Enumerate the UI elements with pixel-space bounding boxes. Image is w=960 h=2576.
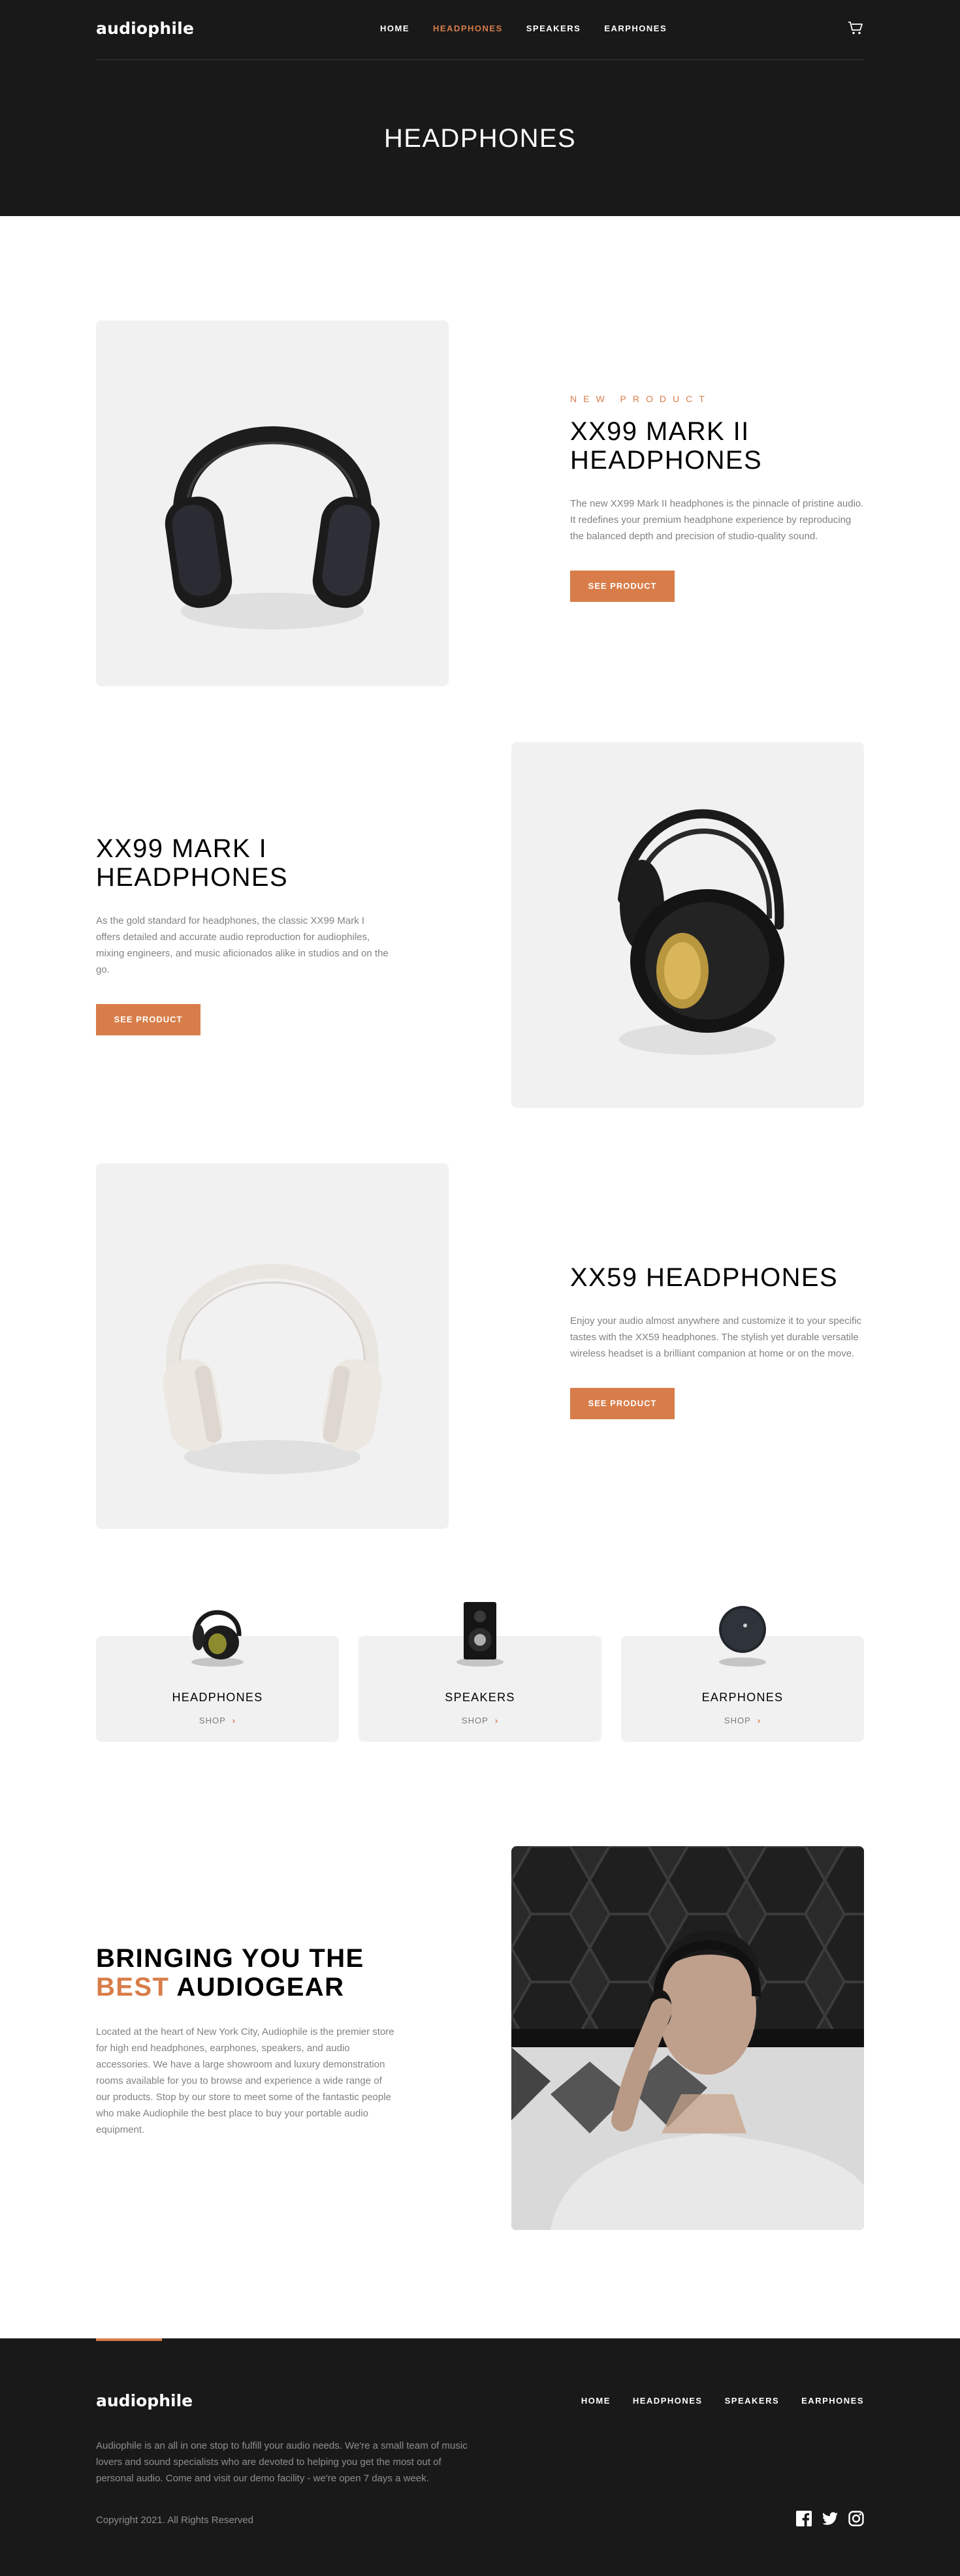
main-nav: HOME HEADPHONES SPEAKERS EARPHONES bbox=[380, 24, 667, 33]
speaker-thumbnail bbox=[456, 1602, 504, 1667]
shop-link[interactable]: SHOP › bbox=[621, 1716, 864, 1725]
social-links bbox=[796, 2511, 864, 2526]
about-title-accent: BEST bbox=[96, 1973, 170, 2002]
see-product-button[interactable]: SEE PRODUCT bbox=[570, 571, 675, 602]
footer-nav-home[interactable]: HOME bbox=[581, 2396, 611, 2406]
footer-nav: HOME HEADPHONES SPEAKERS EARPHONES bbox=[581, 2396, 864, 2406]
product-info-xx59: XX59 HEADPHONES Enjoy your audio almost … bbox=[570, 1263, 864, 1419]
product-image-xx99-mark-i bbox=[511, 742, 864, 1108]
page-title: HEADPHONES bbox=[383, 124, 577, 153]
about-title-suffix: AUDIOGEAR bbox=[176, 1973, 345, 2002]
facebook-icon[interactable] bbox=[796, 2511, 812, 2526]
nav-earphones[interactable]: EARPHONES bbox=[604, 24, 667, 33]
category-name: EARPHONES bbox=[701, 1691, 784, 1704]
logo[interactable]: audiophile bbox=[96, 19, 194, 38]
shop-link[interactable]: SHOP › bbox=[359, 1716, 601, 1725]
footer-nav-headphones[interactable]: HEADPHONES bbox=[633, 2396, 703, 2406]
footer-description: Audiophile is an all in one stop to fulf… bbox=[96, 2440, 468, 2484]
nav-home[interactable]: HOME bbox=[380, 24, 409, 33]
new-product-overline: NEW PRODUCT bbox=[570, 394, 711, 404]
product-name: XX99 MARK II HEADPHONES bbox=[570, 417, 763, 475]
headphones-thumbnail bbox=[191, 1610, 244, 1667]
about-description: Located at the heart of New York City, A… bbox=[96, 2026, 394, 2135]
instagram-icon[interactable] bbox=[848, 2511, 864, 2526]
footer-nav-earphones[interactable]: EARPHONES bbox=[801, 2396, 864, 2406]
shop-label: SHOP bbox=[199, 1716, 226, 1725]
product-info-xx99-mark-ii: NEW PRODUCT XX99 MARK II HEADPHONES The … bbox=[570, 394, 864, 602]
footer-nav-speakers[interactable]: SPEAKERS bbox=[725, 2396, 780, 2406]
product-image-xx59 bbox=[96, 1163, 449, 1529]
about-photo bbox=[511, 1846, 864, 2230]
about-title-prefix: BRINGING YOU THE bbox=[96, 1944, 364, 1973]
category-card-headphones[interactable]: HEADPHONES SHOP › bbox=[96, 1610, 339, 1742]
site-footer: audiophile HOME HEADPHONES SPEAKERS EARP… bbox=[0, 2338, 960, 2576]
footer-accent-bar bbox=[96, 2338, 162, 2341]
product-name: XX99 MARK I HEADPHONES bbox=[96, 834, 289, 892]
copyright: Copyright 2021. All Rights Reserved bbox=[96, 2515, 253, 2526]
see-product-button[interactable]: SEE PRODUCT bbox=[96, 1004, 200, 1035]
shop-label: SHOP bbox=[461, 1716, 488, 1725]
product-description: As the gold standard for headphones, the… bbox=[96, 915, 389, 975]
chevron-right-icon: › bbox=[232, 1716, 236, 1725]
nav-speakers[interactable]: SPEAKERS bbox=[526, 24, 581, 33]
chevron-right-icon: › bbox=[494, 1716, 499, 1725]
product-name: XX59 HEADPHONES bbox=[570, 1263, 839, 1292]
category-card-earphones[interactable]: EARPHONES SHOP › bbox=[621, 1606, 864, 1742]
chevron-right-icon: › bbox=[757, 1716, 761, 1725]
see-product-button[interactable]: SEE PRODUCT bbox=[570, 1388, 675, 1419]
footer-logo[interactable]: audiophile bbox=[96, 2391, 193, 2410]
twitter-icon[interactable] bbox=[822, 2511, 838, 2526]
category-card-speakers[interactable]: SPEAKERS SHOP › bbox=[359, 1602, 601, 1742]
category-name: SPEAKERS bbox=[445, 1691, 515, 1704]
earphones-thumbnail bbox=[719, 1606, 766, 1667]
product-info-xx99-mark-i: XX99 MARK I HEADPHONES As the gold stand… bbox=[96, 834, 390, 1035]
header-divider bbox=[96, 59, 864, 60]
product-description: The new XX99 Mark II headphones is the p… bbox=[570, 498, 864, 542]
site-header: audiophile HOME HEADPHONES SPEAKERS EARP… bbox=[0, 0, 960, 216]
product-description: Enjoy your audio almost anywhere and cus… bbox=[570, 1315, 862, 1359]
product-image-xx99-mark-ii bbox=[96, 321, 449, 686]
nav-headphones[interactable]: HEADPHONES bbox=[433, 24, 503, 33]
shop-link[interactable]: SHOP › bbox=[96, 1716, 339, 1725]
cart-icon[interactable] bbox=[848, 21, 863, 35]
category-name: HEADPHONES bbox=[172, 1691, 263, 1704]
shop-label: SHOP bbox=[724, 1716, 751, 1725]
about-title: BRINGING YOU THE BEST AUDIOGEAR bbox=[96, 1944, 396, 2002]
